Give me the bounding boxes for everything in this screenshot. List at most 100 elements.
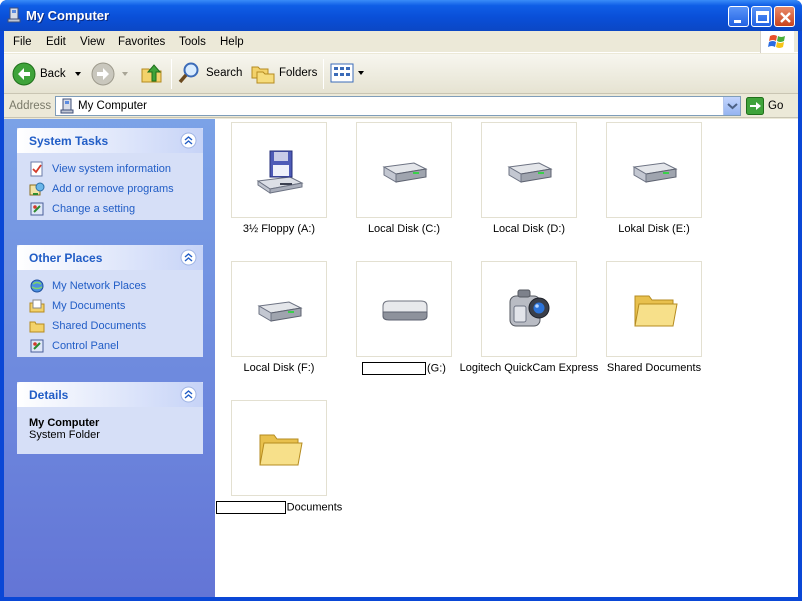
item-label: Local Disk (C:) — [367, 223, 441, 235]
menu-view[interactable]: View — [80, 36, 105, 48]
windows-logo — [760, 31, 794, 53]
hard-disk-icon — [507, 162, 553, 183]
folders-label: Folders — [279, 67, 318, 79]
back-button[interactable]: Back — [12, 62, 86, 86]
hard-disk-icon — [382, 162, 428, 183]
window-title: My Computer — [26, 8, 110, 23]
close-button[interactable] — [774, 6, 795, 27]
address-bar: Address My Computer Go — [4, 95, 798, 118]
back-label: Back — [40, 68, 66, 80]
forward-button[interactable] — [91, 62, 132, 86]
item-label: (G:) — [334, 362, 474, 375]
item-label: Shared Documents — [606, 362, 702, 374]
link-change-setting[interactable]: Change a setting — [29, 199, 203, 219]
link-shared-documents[interactable]: Shared Documents — [29, 316, 203, 336]
menu-bar: File Edit View Favorites Tools Help — [4, 31, 798, 53]
panel-title: System Tasks — [29, 134, 109, 148]
menu-help[interactable]: Help — [220, 36, 244, 48]
address-dropdown[interactable] — [723, 97, 740, 115]
item-thumbnail — [606, 122, 702, 218]
address-label: Address — [9, 100, 52, 112]
maximize-button[interactable] — [751, 6, 772, 27]
menu-file[interactable]: File — [13, 36, 32, 48]
minimize-icon — [734, 20, 741, 23]
go-button[interactable]: Go — [746, 97, 783, 115]
search-label: Search — [206, 67, 243, 79]
webcam-icon — [509, 289, 550, 327]
up-folder-button[interactable] — [140, 61, 164, 85]
go-label: Go — [768, 100, 784, 112]
link-my-network-places[interactable]: My Network Places — [29, 276, 203, 296]
views-dropdown-icon — [358, 71, 364, 75]
other-places-header[interactable]: Other Places — [17, 245, 203, 270]
my-computer-icon — [7, 7, 21, 23]
back-arrow-icon — [12, 62, 36, 86]
folders-button[interactable]: Folders — [251, 61, 317, 85]
link-view-system-information[interactable]: View system information — [29, 159, 203, 179]
item-label: Logitech QuickCam Express — [459, 362, 599, 374]
toolbar-separator — [323, 59, 324, 89]
item-label: Local Disk (D:) — [492, 223, 566, 235]
my-documents-icon — [29, 299, 45, 313]
windows-flag-icon — [768, 35, 785, 48]
add-remove-programs-icon — [29, 182, 45, 196]
address-input[interactable]: My Computer — [55, 96, 741, 116]
removable-disk-icon — [382, 300, 428, 321]
panel-title: Other Places — [29, 251, 103, 265]
back-dropdown-icon[interactable] — [72, 69, 86, 79]
redacted-name-box — [362, 362, 427, 375]
explorer-window: My Computer File Edit View Favorites Too… — [0, 0, 802, 601]
item-label: 3½ Floppy (A:) — [242, 223, 316, 235]
collapse-chevron-icon[interactable] — [180, 249, 197, 266]
control-panel-setting-icon — [30, 202, 44, 216]
views-button[interactable] — [330, 63, 366, 83]
title-bar[interactable]: My Computer — [0, 0, 802, 31]
panel-title: Details — [29, 388, 69, 402]
file-view: 3½ Floppy (A:) Local Disk (C:) Local Dis… — [215, 119, 798, 597]
client-area: File Edit View Favorites Tools Help Back… — [4, 31, 798, 597]
search-button[interactable]: Search — [178, 61, 242, 85]
chevron-down-icon — [727, 103, 738, 110]
menu-tools[interactable]: Tools — [179, 36, 206, 48]
item-thumbnail — [231, 400, 327, 496]
minimize-button[interactable] — [728, 6, 749, 27]
link-my-documents[interactable]: My Documents — [29, 296, 203, 316]
item-label: Local Disk (F:) — [243, 362, 315, 374]
details-type: System Folder — [29, 429, 100, 441]
folder-icon — [29, 321, 45, 333]
views-icon — [330, 63, 354, 83]
collapse-chevron-icon[interactable] — [180, 386, 197, 403]
details-name: My Computer — [29, 417, 100, 429]
folder-icon — [259, 434, 303, 466]
collapse-chevron-icon[interactable] — [180, 132, 197, 149]
system-information-icon — [30, 161, 43, 177]
hard-disk-icon — [632, 162, 678, 183]
address-value: My Computer — [78, 100, 148, 112]
forward-dropdown-icon[interactable] — [120, 69, 132, 79]
floppy-drive-icon — [256, 150, 304, 194]
folder-icon — [634, 295, 678, 327]
search-icon — [178, 62, 199, 84]
link-add-remove-programs[interactable]: Add or remove programs — [29, 179, 203, 199]
hard-disk-icon — [257, 301, 303, 322]
system-tasks-header[interactable]: System Tasks — [17, 128, 203, 153]
network-places-icon — [30, 279, 44, 293]
item-thumbnail — [231, 261, 327, 357]
item-thumbnail — [481, 261, 577, 357]
link-control-panel[interactable]: Control Panel — [29, 336, 203, 356]
item-thumbnail — [356, 261, 452, 357]
item-thumbnail — [606, 261, 702, 357]
up-folder-icon — [141, 64, 162, 83]
folders-icon — [251, 66, 275, 84]
other-places-panel: Other Places My Network Places My Docume… — [17, 245, 203, 357]
item-label: Lokal Disk (E:) — [618, 223, 690, 235]
menu-favorites[interactable]: Favorites — [118, 36, 165, 48]
details-header[interactable]: Details — [17, 382, 203, 407]
my-computer-icon — [60, 98, 74, 114]
menu-edit[interactable]: Edit — [46, 36, 66, 48]
maximize-icon — [756, 11, 769, 23]
item-label: Documents — [209, 501, 349, 514]
go-arrow-icon — [746, 97, 764, 115]
item-thumbnail — [481, 122, 577, 218]
item-thumbnail — [231, 122, 327, 218]
